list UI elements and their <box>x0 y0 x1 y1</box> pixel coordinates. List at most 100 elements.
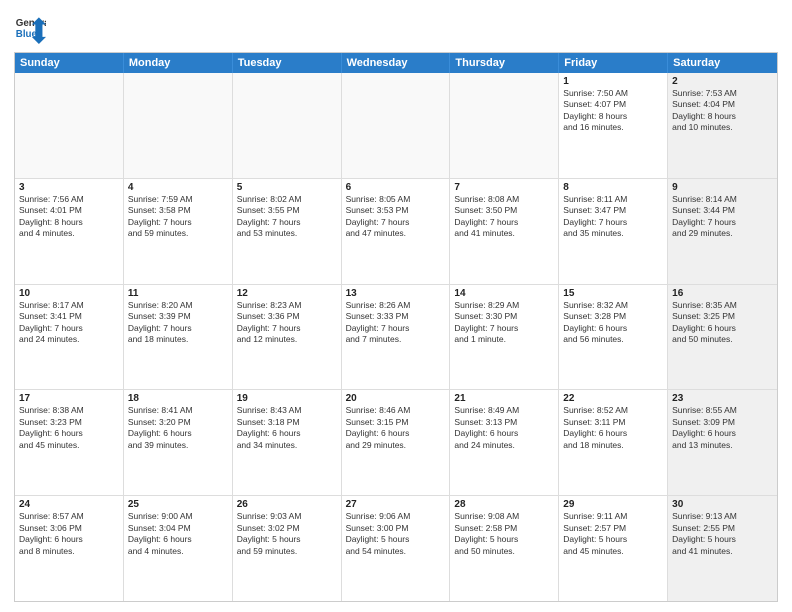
week-row: 3Sunrise: 7:56 AM Sunset: 4:01 PM Daylig… <box>15 178 777 284</box>
day-number: 12 <box>237 288 337 299</box>
day-info: Sunrise: 8:26 AM Sunset: 3:33 PM Dayligh… <box>346 300 446 346</box>
day-number: 17 <box>19 393 119 404</box>
day-info: Sunrise: 8:17 AM Sunset: 3:41 PM Dayligh… <box>19 300 119 346</box>
day-cell: 4Sunrise: 7:59 AM Sunset: 3:58 PM Daylig… <box>124 179 233 284</box>
day-cell: 22Sunrise: 8:52 AM Sunset: 3:11 PM Dayli… <box>559 390 668 495</box>
day-cell <box>342 73 451 178</box>
day-number: 6 <box>346 182 446 193</box>
day-info: Sunrise: 8:49 AM Sunset: 3:13 PM Dayligh… <box>454 405 554 451</box>
day-cell: 21Sunrise: 8:49 AM Sunset: 3:13 PM Dayli… <box>450 390 559 495</box>
day-header: Friday <box>559 53 668 73</box>
day-header: Monday <box>124 53 233 73</box>
day-number: 2 <box>672 76 773 87</box>
day-info: Sunrise: 9:06 AM Sunset: 3:00 PM Dayligh… <box>346 511 446 557</box>
day-cell: 13Sunrise: 8:26 AM Sunset: 3:33 PM Dayli… <box>342 285 451 390</box>
day-number: 9 <box>672 182 773 193</box>
day-info: Sunrise: 8:55 AM Sunset: 3:09 PM Dayligh… <box>672 405 773 451</box>
logo-icon: General Blue <box>14 12 46 44</box>
day-info: Sunrise: 8:38 AM Sunset: 3:23 PM Dayligh… <box>19 405 119 451</box>
day-number: 3 <box>19 182 119 193</box>
day-cell: 27Sunrise: 9:06 AM Sunset: 3:00 PM Dayli… <box>342 496 451 601</box>
day-cell: 28Sunrise: 9:08 AM Sunset: 2:58 PM Dayli… <box>450 496 559 601</box>
day-cell: 2Sunrise: 7:53 AM Sunset: 4:04 PM Daylig… <box>668 73 777 178</box>
day-info: Sunrise: 7:53 AM Sunset: 4:04 PM Dayligh… <box>672 88 773 134</box>
day-info: Sunrise: 9:11 AM Sunset: 2:57 PM Dayligh… <box>563 511 663 557</box>
day-cell: 23Sunrise: 8:55 AM Sunset: 3:09 PM Dayli… <box>668 390 777 495</box>
day-number: 16 <box>672 288 773 299</box>
day-info: Sunrise: 9:08 AM Sunset: 2:58 PM Dayligh… <box>454 511 554 557</box>
day-number: 28 <box>454 499 554 510</box>
day-cell: 6Sunrise: 8:05 AM Sunset: 3:53 PM Daylig… <box>342 179 451 284</box>
day-cell: 20Sunrise: 8:46 AM Sunset: 3:15 PM Dayli… <box>342 390 451 495</box>
day-cell <box>124 73 233 178</box>
week-rows: 1Sunrise: 7:50 AM Sunset: 4:07 PM Daylig… <box>15 73 777 601</box>
day-cell: 9Sunrise: 8:14 AM Sunset: 3:44 PM Daylig… <box>668 179 777 284</box>
day-number: 25 <box>128 499 228 510</box>
day-cell: 3Sunrise: 7:56 AM Sunset: 4:01 PM Daylig… <box>15 179 124 284</box>
day-info: Sunrise: 9:13 AM Sunset: 2:55 PM Dayligh… <box>672 511 773 557</box>
day-info: Sunrise: 8:05 AM Sunset: 3:53 PM Dayligh… <box>346 194 446 240</box>
day-number: 29 <box>563 499 663 510</box>
week-row: 24Sunrise: 8:57 AM Sunset: 3:06 PM Dayli… <box>15 495 777 601</box>
day-number: 27 <box>346 499 446 510</box>
day-number: 23 <box>672 393 773 404</box>
day-number: 14 <box>454 288 554 299</box>
day-cell: 5Sunrise: 8:02 AM Sunset: 3:55 PM Daylig… <box>233 179 342 284</box>
day-number: 10 <box>19 288 119 299</box>
day-info: Sunrise: 8:14 AM Sunset: 3:44 PM Dayligh… <box>672 194 773 240</box>
day-number: 24 <box>19 499 119 510</box>
day-number: 1 <box>563 76 663 87</box>
day-number: 11 <box>128 288 228 299</box>
day-info: Sunrise: 9:03 AM Sunset: 3:02 PM Dayligh… <box>237 511 337 557</box>
day-number: 4 <box>128 182 228 193</box>
header: General Blue <box>14 12 778 44</box>
day-info: Sunrise: 8:29 AM Sunset: 3:30 PM Dayligh… <box>454 300 554 346</box>
day-info: Sunrise: 8:46 AM Sunset: 3:15 PM Dayligh… <box>346 405 446 451</box>
day-header: Saturday <box>668 53 777 73</box>
day-info: Sunrise: 8:52 AM Sunset: 3:11 PM Dayligh… <box>563 405 663 451</box>
day-cell: 17Sunrise: 8:38 AM Sunset: 3:23 PM Dayli… <box>15 390 124 495</box>
day-cell: 1Sunrise: 7:50 AM Sunset: 4:07 PM Daylig… <box>559 73 668 178</box>
page: General Blue SundayMondayTuesdayWednesda… <box>0 0 792 612</box>
day-info: Sunrise: 8:43 AM Sunset: 3:18 PM Dayligh… <box>237 405 337 451</box>
day-header: Thursday <box>450 53 559 73</box>
day-cell: 14Sunrise: 8:29 AM Sunset: 3:30 PM Dayli… <box>450 285 559 390</box>
day-info: Sunrise: 7:59 AM Sunset: 3:58 PM Dayligh… <box>128 194 228 240</box>
week-row: 1Sunrise: 7:50 AM Sunset: 4:07 PM Daylig… <box>15 73 777 178</box>
day-headers: SundayMondayTuesdayWednesdayThursdayFrid… <box>15 53 777 73</box>
day-number: 20 <box>346 393 446 404</box>
day-info: Sunrise: 8:11 AM Sunset: 3:47 PM Dayligh… <box>563 194 663 240</box>
day-header: Tuesday <box>233 53 342 73</box>
day-cell: 30Sunrise: 9:13 AM Sunset: 2:55 PM Dayli… <box>668 496 777 601</box>
day-cell <box>233 73 342 178</box>
day-info: Sunrise: 8:35 AM Sunset: 3:25 PM Dayligh… <box>672 300 773 346</box>
day-number: 18 <box>128 393 228 404</box>
day-cell: 29Sunrise: 9:11 AM Sunset: 2:57 PM Dayli… <box>559 496 668 601</box>
day-cell: 12Sunrise: 8:23 AM Sunset: 3:36 PM Dayli… <box>233 285 342 390</box>
logo: General Blue <box>14 12 46 44</box>
day-number: 5 <box>237 182 337 193</box>
day-info: Sunrise: 8:23 AM Sunset: 3:36 PM Dayligh… <box>237 300 337 346</box>
day-cell: 24Sunrise: 8:57 AM Sunset: 3:06 PM Dayli… <box>15 496 124 601</box>
day-info: Sunrise: 8:20 AM Sunset: 3:39 PM Dayligh… <box>128 300 228 346</box>
day-number: 22 <box>563 393 663 404</box>
day-cell: 15Sunrise: 8:32 AM Sunset: 3:28 PM Dayli… <box>559 285 668 390</box>
day-cell: 7Sunrise: 8:08 AM Sunset: 3:50 PM Daylig… <box>450 179 559 284</box>
day-number: 13 <box>346 288 446 299</box>
day-cell: 25Sunrise: 9:00 AM Sunset: 3:04 PM Dayli… <box>124 496 233 601</box>
day-cell <box>15 73 124 178</box>
day-cell: 8Sunrise: 8:11 AM Sunset: 3:47 PM Daylig… <box>559 179 668 284</box>
day-info: Sunrise: 9:00 AM Sunset: 3:04 PM Dayligh… <box>128 511 228 557</box>
day-info: Sunrise: 7:56 AM Sunset: 4:01 PM Dayligh… <box>19 194 119 240</box>
day-number: 7 <box>454 182 554 193</box>
day-header: Sunday <box>15 53 124 73</box>
day-cell: 16Sunrise: 8:35 AM Sunset: 3:25 PM Dayli… <box>668 285 777 390</box>
day-info: Sunrise: 8:32 AM Sunset: 3:28 PM Dayligh… <box>563 300 663 346</box>
day-info: Sunrise: 8:08 AM Sunset: 3:50 PM Dayligh… <box>454 194 554 240</box>
day-info: Sunrise: 8:41 AM Sunset: 3:20 PM Dayligh… <box>128 405 228 451</box>
day-cell: 11Sunrise: 8:20 AM Sunset: 3:39 PM Dayli… <box>124 285 233 390</box>
day-cell: 10Sunrise: 8:17 AM Sunset: 3:41 PM Dayli… <box>15 285 124 390</box>
day-info: Sunrise: 8:02 AM Sunset: 3:55 PM Dayligh… <box>237 194 337 240</box>
week-row: 17Sunrise: 8:38 AM Sunset: 3:23 PM Dayli… <box>15 389 777 495</box>
day-info: Sunrise: 7:50 AM Sunset: 4:07 PM Dayligh… <box>563 88 663 134</box>
